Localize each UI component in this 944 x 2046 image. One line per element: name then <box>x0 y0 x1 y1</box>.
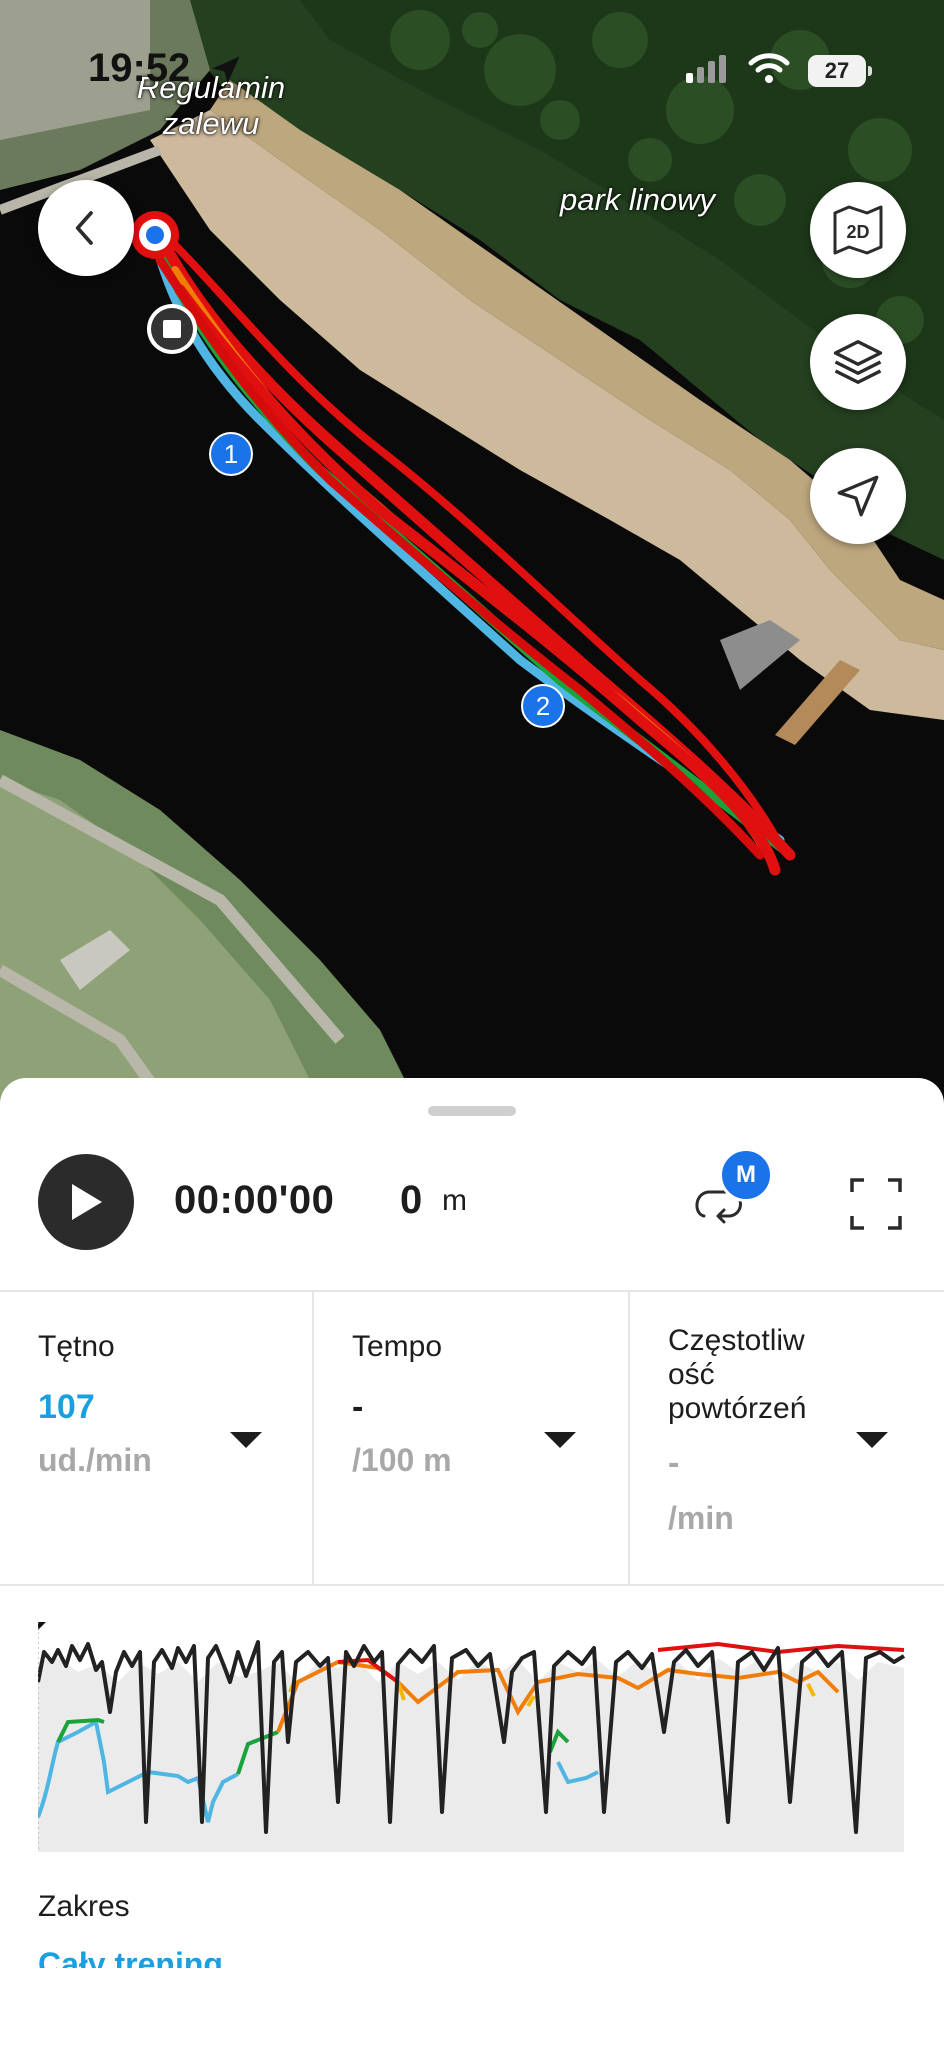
playback-distance-value: 0 <box>400 1178 423 1222</box>
lap-marker-1-label: 1 <box>223 439 239 469</box>
lap-marker-2-label: 2 <box>535 691 551 721</box>
metric-label-line: powtórzeń <box>668 1392 807 1425</box>
metric-unit: /min <box>668 1500 734 1536</box>
back-button[interactable] <box>38 180 134 276</box>
details-sheet[interactable]: 00:00'00 0 m M Tętno 107 ud./min Tempo -… <box>0 1078 944 2046</box>
play-button[interactable] <box>38 1154 134 1250</box>
view-mode-button[interactable]: 2D <box>810 182 906 278</box>
map-label-park: park linowy <box>560 182 716 217</box>
fullscreen-icon <box>850 1178 902 1230</box>
playback-distance-unit: m <box>442 1184 467 1217</box>
cellular-signal-icon <box>686 53 730 88</box>
chevron-left-icon <box>75 211 93 245</box>
battery-indicator: 27 <box>808 54 872 87</box>
range-value[interactable]: Cały trening <box>38 1944 223 1968</box>
metric-stroke-rate[interactable]: Częstotliw ość powtórzeń - /min <box>630 1292 944 1584</box>
metric-unit: /100 m <box>352 1442 452 1478</box>
layers-button[interactable] <box>810 314 906 410</box>
route-map[interactable]: 1 2 Regulamin zalewu park linowy 19:52 2… <box>0 0 944 1110</box>
metric-value: 107 <box>38 1388 95 1426</box>
metric-pace[interactable]: Tempo - /100 m <box>314 1292 630 1584</box>
lap-marker-2[interactable]: 2 <box>521 684 565 728</box>
playback-time: 00:00'00 <box>174 1178 335 1222</box>
fullscreen-button[interactable] <box>850 1178 902 1235</box>
metric-label-line: ość <box>668 1358 715 1391</box>
navigation-arrow-icon <box>837 475 879 517</box>
graph-area-fill <box>38 1658 904 1852</box>
satellite-imagery <box>0 0 944 1110</box>
status-time: 19:52 <box>88 46 191 90</box>
workout-graph[interactable] <box>36 1622 906 1852</box>
metric-label: Częstotliw ość powtórzeń <box>668 1324 806 1426</box>
metrics-row: Tętno 107 ud./min Tempo - /100 m Częstot… <box>0 1290 944 1586</box>
caret-down-icon[interactable] <box>230 1432 262 1448</box>
play-icon <box>72 1184 102 1220</box>
metric-value: - <box>352 1388 364 1426</box>
lap-marker-1[interactable]: 1 <box>209 432 253 476</box>
caret-down-icon[interactable] <box>856 1432 888 1448</box>
layers-icon <box>833 340 883 384</box>
view-mode-label: 2D <box>846 222 869 242</box>
graph-start-marker <box>38 1622 46 1630</box>
metric-unit: ud./min <box>38 1442 152 1478</box>
status-bar: 19:52 27 <box>0 0 944 120</box>
metric-value: - <box>668 1444 680 1482</box>
metric-label-line: Częstotliw <box>668 1324 805 1357</box>
metric-label: Tempo <box>352 1330 443 1363</box>
location-arrow-icon <box>208 52 244 93</box>
range-label: Zakres <box>38 1890 130 1923</box>
metric-label: Tętno <box>38 1330 115 1363</box>
sheet-drag-handle[interactable] <box>428 1106 516 1116</box>
caret-down-icon[interactable] <box>544 1432 576 1448</box>
locate-button[interactable] <box>810 448 906 544</box>
wifi-icon <box>748 52 790 89</box>
map-2d-icon: 2D <box>833 205 883 255</box>
m-badge: M <box>719 1148 773 1202</box>
metric-heart-rate[interactable]: Tętno 107 ud./min <box>0 1292 314 1584</box>
